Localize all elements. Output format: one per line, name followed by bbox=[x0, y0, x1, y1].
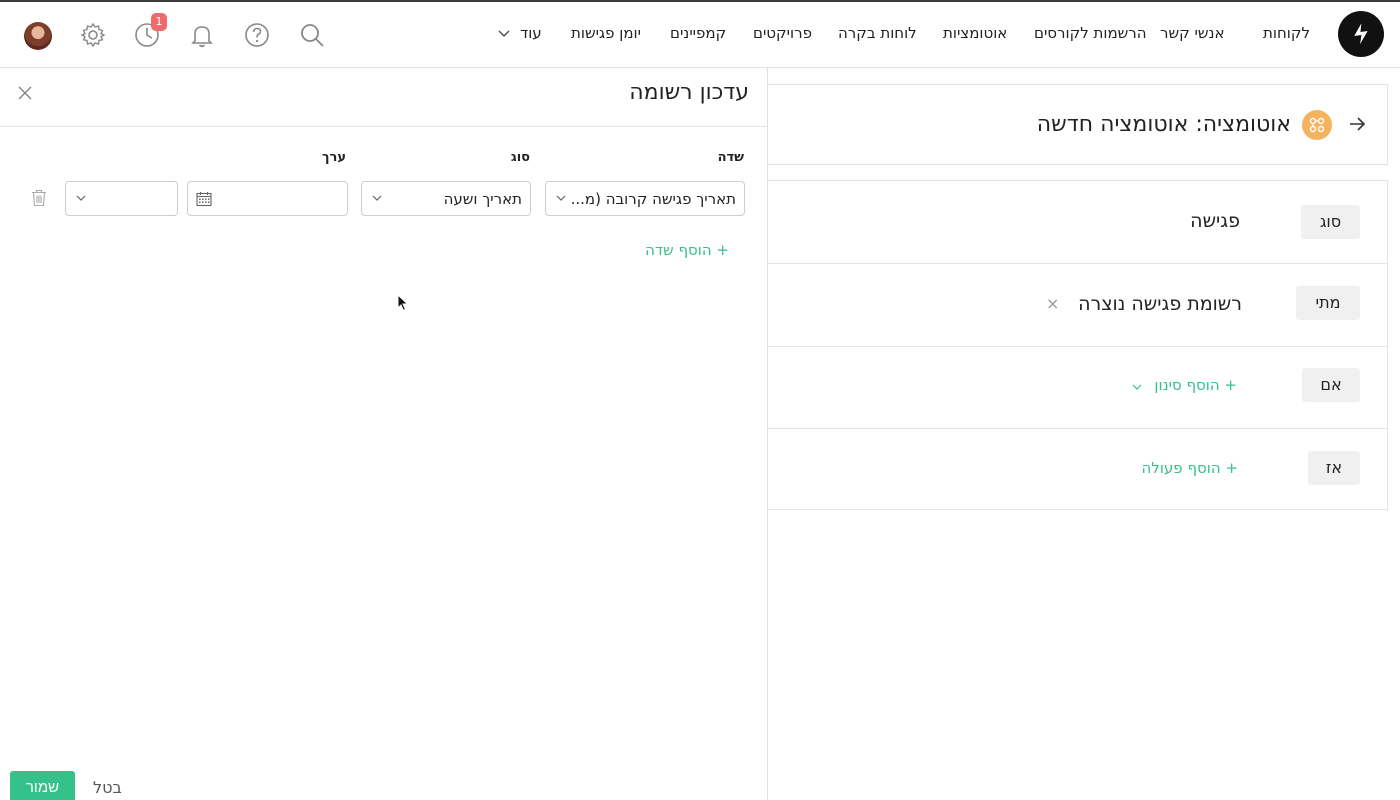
field-select[interactable]: תאריך פגישה קרובה (מ... bbox=[545, 181, 745, 216]
close-icon[interactable] bbox=[18, 86, 32, 100]
rule-tag-then: אז bbox=[1308, 451, 1360, 485]
chevron-down-icon bbox=[498, 30, 510, 37]
gear-icon[interactable] bbox=[80, 22, 106, 48]
automation-header: אוטומציה: אוטומציה חדשה bbox=[768, 84, 1388, 165]
nav-item-automations[interactable]: אוטומציות bbox=[943, 24, 1007, 42]
update-record-panel: עדכון רשומה שדה סוג ערך תאריך פגישה קרוב… bbox=[0, 68, 768, 800]
type-select[interactable]: תאריך ושעה bbox=[361, 181, 531, 216]
nav-item-meetings-calendar[interactable]: יומן פגישות bbox=[571, 24, 641, 42]
automation-icon bbox=[1302, 110, 1332, 140]
date-value-input[interactable] bbox=[187, 181, 348, 216]
rule-tag-type: סוג bbox=[1301, 205, 1360, 239]
rule-value-type[interactable]: פגישה bbox=[1190, 210, 1240, 232]
add-field-link[interactable]: + הוסף שדה bbox=[645, 241, 729, 259]
column-label-type: סוג bbox=[510, 150, 530, 165]
search-icon[interactable] bbox=[299, 22, 325, 48]
nav-item-contacts[interactable]: אנשי קשר bbox=[1160, 24, 1225, 42]
remove-trigger-icon[interactable]: × bbox=[1046, 294, 1059, 313]
nav-item-course-registrations[interactable]: הרשמות לקורסים bbox=[1034, 24, 1147, 42]
column-label-field: שדה bbox=[717, 150, 744, 165]
column-label-value: ערך bbox=[322, 150, 346, 165]
top-navbar: לקוחות אנשי קשר הרשמות לקורסים אוטומציות… bbox=[0, 2, 1400, 68]
type-select-value: תאריך ושעה bbox=[443, 190, 522, 208]
help-icon[interactable] bbox=[244, 22, 270, 48]
trash-icon[interactable] bbox=[31, 189, 47, 207]
panel-title: עדכון רשומה bbox=[629, 80, 749, 105]
calendar-icon[interactable] bbox=[196, 191, 212, 207]
rule-row-then: אז + הוסף פעולה bbox=[768, 429, 1388, 511]
cancel-button[interactable]: בטל bbox=[93, 778, 122, 797]
app-logo[interactable] bbox=[1338, 11, 1384, 57]
chevron-down-icon bbox=[556, 195, 566, 201]
automation-rules-card: סוג פגישה מתי רשומת פגישה נוצרה × אם + ה… bbox=[768, 180, 1388, 510]
rule-row-if: אם + הוסף סינון bbox=[768, 347, 1388, 429]
chevron-down-icon bbox=[76, 195, 86, 201]
automation-title: אוטומציה: אוטומציה חדשה bbox=[1036, 112, 1291, 137]
nav-more-label: עוד bbox=[520, 24, 542, 42]
field-select-value: תאריך פגישה קרובה (מ... bbox=[570, 190, 736, 208]
rule-row-type: סוג פגישה bbox=[768, 181, 1388, 264]
bell-icon[interactable] bbox=[189, 22, 215, 48]
rule-tag-when: מתי bbox=[1296, 286, 1360, 320]
rule-tag-if: אם bbox=[1302, 368, 1360, 402]
nav-item-projects[interactable]: פרויקטים bbox=[753, 24, 812, 42]
panel-divider bbox=[0, 126, 768, 127]
add-action-link[interactable]: + הוסף פעולה bbox=[1142, 459, 1239, 477]
nav-item-clients[interactable]: לקוחות bbox=[1263, 24, 1310, 42]
workflow-icon bbox=[1309, 117, 1325, 133]
notification-badge: 1 bbox=[151, 13, 167, 31]
rule-row-when: מתי רשומת פגישה נוצרה × bbox=[768, 264, 1388, 347]
extra-select[interactable] bbox=[65, 181, 178, 216]
arrow-right-icon[interactable] bbox=[1348, 115, 1366, 133]
add-filter-link[interactable]: + הוסף סינון bbox=[1154, 376, 1237, 394]
nav-item-campaigns[interactable]: קמפיינים bbox=[670, 24, 726, 42]
chevron-down-icon bbox=[372, 195, 382, 201]
nav-item-dashboards[interactable]: לוחות בקרה bbox=[838, 24, 917, 42]
chevron-down-icon[interactable] bbox=[1132, 384, 1142, 391]
bolt-icon bbox=[1350, 18, 1372, 51]
save-button[interactable]: שמור bbox=[10, 771, 75, 800]
mouse-cursor-icon bbox=[397, 294, 409, 312]
rule-value-when[interactable]: רשומת פגישה נוצרה bbox=[1078, 293, 1242, 315]
user-avatar[interactable] bbox=[24, 22, 52, 50]
